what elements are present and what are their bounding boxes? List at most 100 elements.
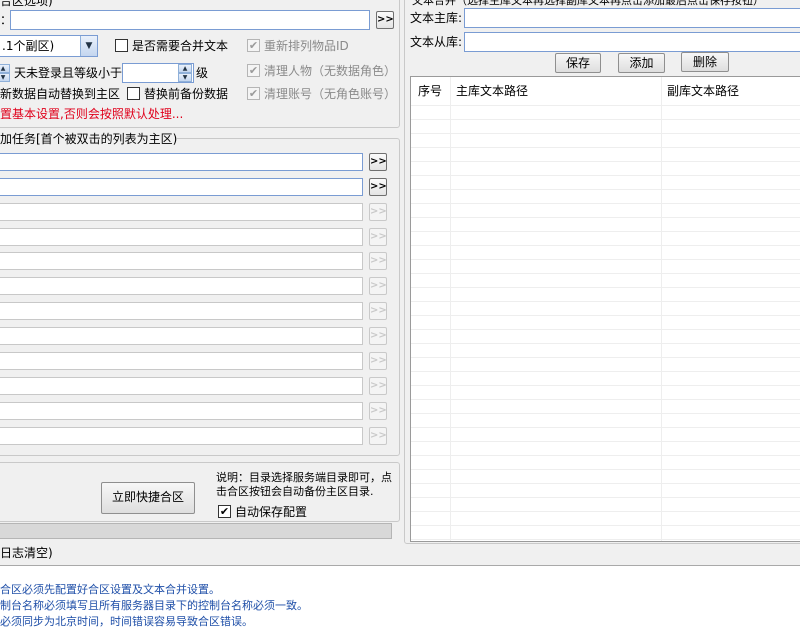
- list-grid-line: [411, 441, 800, 442]
- task-browse-button[interactable]: >>: [369, 402, 387, 420]
- days-spin-up-icon[interactable]: ▲: [0, 64, 10, 73]
- chevron-down-icon[interactable]: ▼: [80, 36, 97, 56]
- list-grid-line: [411, 105, 800, 106]
- clean-accounts-label: 清理账号（无角色账号）: [264, 87, 397, 101]
- list-grid-line: [411, 231, 800, 232]
- log-line: 制台名称必须填写且所有服务器目录下的控制台名称必须一致。: [0, 599, 308, 612]
- list-grid-line: [411, 329, 800, 330]
- add-button[interactable]: 添加: [618, 53, 665, 73]
- list-grid-line: [411, 161, 800, 162]
- backup-label: 替换前备份数据: [144, 87, 229, 101]
- main-path-input[interactable]: [10, 10, 370, 30]
- task-path-input[interactable]: [0, 352, 363, 370]
- merge-text-checkbox[interactable]: [115, 39, 128, 52]
- task-browse-button[interactable]: >>: [369, 302, 387, 320]
- list-grid-line: [411, 357, 800, 358]
- list-grid-line: [411, 315, 800, 316]
- warning-text: 置基本设置,否则会按照默认处理...: [0, 107, 184, 121]
- log-line: 必须同步为北京时间，时间错误容易导致合区错误。: [0, 615, 253, 628]
- list-grid-line: [411, 483, 800, 484]
- column-header-index[interactable]: 序号: [418, 84, 442, 98]
- task-path-input[interactable]: [0, 327, 363, 345]
- reorder-items-label: 重新排列物品ID: [264, 39, 349, 53]
- list-grid-line: [411, 203, 800, 204]
- list-grid-line: [411, 525, 800, 526]
- list-grid-line: [411, 427, 800, 428]
- task-path-input[interactable]: [0, 153, 363, 171]
- column-header-main-path[interactable]: 主库文本路径: [456, 84, 528, 98]
- list-grid-line: [411, 413, 800, 414]
- list-grid-line: [411, 119, 800, 120]
- list-grid-line: [411, 399, 800, 400]
- list-grid-line: [411, 511, 800, 512]
- list-grid-line: [411, 189, 800, 190]
- level-suffix: 级: [196, 66, 209, 80]
- text-merge-list[interactable]: 序号 主库文本路径 副库文本路径: [410, 76, 800, 542]
- level-spin-up-icon[interactable]: ▲: [178, 64, 192, 73]
- task-browse-button[interactable]: >>: [369, 178, 387, 196]
- task-browse-button[interactable]: >>: [369, 252, 387, 270]
- clean-accounts-checkbox[interactable]: ✔: [247, 87, 260, 100]
- task-path-input[interactable]: [0, 427, 363, 445]
- task-list-title: 加任务[首个被双击的列表为主区): [0, 132, 178, 146]
- list-grid-line: [411, 469, 800, 470]
- main-path-browse-button[interactable]: >>: [376, 11, 394, 29]
- reorder-items-checkbox[interactable]: ✔: [247, 39, 260, 52]
- list-grid-line: [411, 259, 800, 260]
- main-lib-input[interactable]: [464, 8, 800, 28]
- auto-replace-label: 新数据自动替换到主区: [0, 87, 121, 101]
- note-text-line2: 击合区按钮会自动备份主区目录.: [216, 485, 374, 498]
- column-header-sub-path[interactable]: 副库文本路径: [667, 84, 739, 98]
- list-grid-line: [411, 175, 800, 176]
- task-browse-button[interactable]: >>: [369, 277, 387, 295]
- list-grid-line: [411, 371, 800, 372]
- text-merge-header: 文本合并（选择主库文本再选择副库文本再点击添加最后点击保存按钮）: [412, 0, 798, 8]
- main-lib-label: 文本主库:: [410, 11, 463, 25]
- task-path-input[interactable]: [0, 302, 363, 320]
- sub-lib-label: 文本从库:: [410, 35, 463, 49]
- quick-merge-button[interactable]: 立即快捷合区: [101, 482, 195, 514]
- task-path-input[interactable]: [0, 402, 363, 420]
- list-grid-line: [411, 217, 800, 218]
- delete-button[interactable]: 删除: [681, 52, 729, 72]
- backup-checkbox[interactable]: [127, 87, 140, 100]
- progress-bar: [0, 523, 392, 539]
- list-grid-line: [411, 539, 800, 540]
- task-browse-button[interactable]: >>: [369, 203, 387, 221]
- clean-chars-label: 清理人物（无数据角色）: [264, 64, 397, 78]
- task-browse-button[interactable]: >>: [369, 377, 387, 395]
- task-browse-button[interactable]: >>: [369, 427, 387, 445]
- note-text-line1: 说明：目录选择服务端目录即可，点: [216, 471, 392, 484]
- days-spin-down-icon[interactable]: ▼: [0, 73, 10, 82]
- list-grid-line: [411, 497, 800, 498]
- clean-chars-checkbox[interactable]: ✔: [247, 64, 260, 77]
- task-path-input[interactable]: [0, 203, 363, 221]
- auto-save-checkbox[interactable]: ✔: [218, 505, 231, 518]
- list-grid-line: [411, 385, 800, 386]
- task-path-input[interactable]: [0, 178, 363, 196]
- task-browse-button[interactable]: >>: [369, 153, 387, 171]
- list-grid-line: [411, 455, 800, 456]
- list-grid-line: [411, 147, 800, 148]
- list-grid-line: [411, 343, 800, 344]
- list-grid-line: [411, 301, 800, 302]
- server-count-combo[interactable]: .1个副区) ▼: [0, 35, 98, 57]
- task-path-input[interactable]: [0, 252, 363, 270]
- save-button[interactable]: 保存: [555, 53, 601, 73]
- days-label: 天未登录且等级小于: [14, 66, 123, 80]
- task-path-input[interactable]: [0, 277, 363, 295]
- merge-settings-title: 合区选项): [0, 0, 53, 8]
- task-browse-button[interactable]: >>: [369, 228, 387, 246]
- list-grid-line: [411, 273, 800, 274]
- task-path-input[interactable]: [0, 228, 363, 246]
- task-browse-button[interactable]: >>: [369, 352, 387, 370]
- merge-text-label: 是否需要合并文本: [132, 39, 229, 53]
- log-title: 日志清空): [0, 546, 53, 560]
- task-browse-button[interactable]: >>: [369, 327, 387, 345]
- sub-lib-input[interactable]: [464, 32, 800, 52]
- server-count-combo-value: .1个副区): [2, 39, 55, 53]
- level-spin-down-icon[interactable]: ▼: [178, 73, 192, 82]
- log-line: 合区必须先配置好合区设置及文本合并设置。: [0, 583, 220, 596]
- task-path-input[interactable]: [0, 377, 363, 395]
- auto-save-label: 自动保存配置: [235, 505, 308, 519]
